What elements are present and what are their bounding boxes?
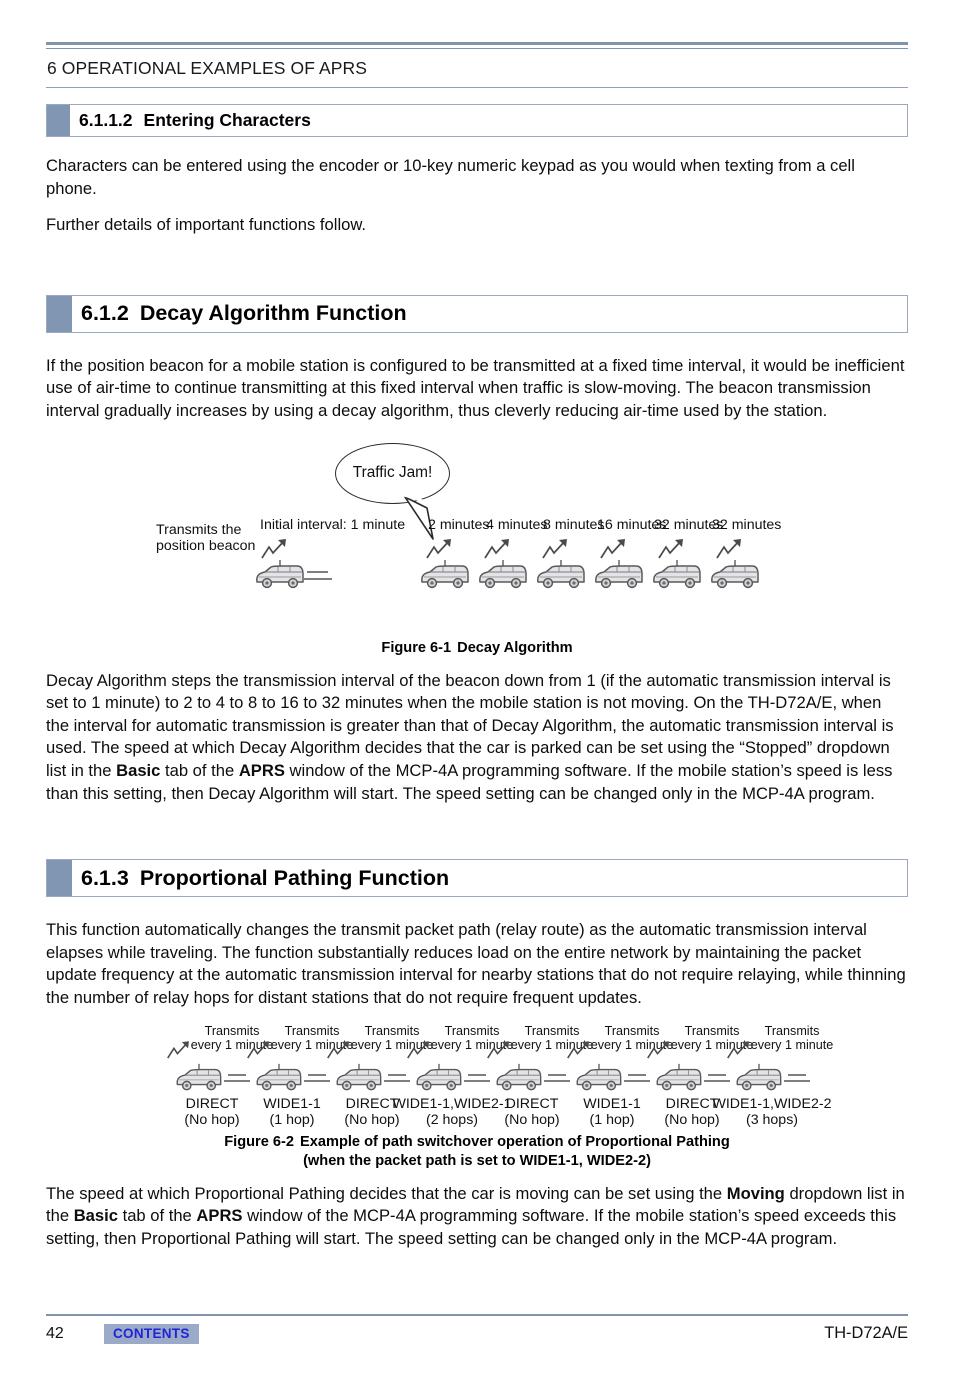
figure-2-caption: Figure 6-2 Example of path switchover ope… (46, 1133, 908, 1171)
interval-label-1: 4 minutes (486, 516, 548, 533)
contents-button[interactable]: CONTENTS (104, 1323, 199, 1344)
radio-wave-arrow-icon (167, 1040, 189, 1058)
speed-lines-icon (544, 1073, 570, 1082)
section-number: 6.1.3 (81, 865, 129, 890)
interval-label-initial: Initial interval: 1 minute (260, 516, 406, 533)
figure-proportional-pathing: Transmits every 1 minute DIRECT (No hop)… (46, 1024, 908, 1129)
pathing-text-a: The speed at which Proportional Pathing … (46, 1183, 727, 1203)
running-head: 6 OPERATIONAL EXAMPLES OF APRS (47, 58, 368, 78)
decay-text-b: tab of the (160, 760, 239, 780)
section-heading-6-1-2: 6.1.2 Decay Algorithm Function (46, 294, 908, 333)
speed-lines-icon (784, 1073, 810, 1082)
pathing-bold-basic: Basic (73, 1206, 118, 1226)
section-number: 6.1.1.2 (79, 110, 133, 130)
figure-decay-algorithm: Traffic Jam! Transmits the position beac… (46, 442, 908, 635)
paragraph-decay-detail: Decay Algorithm steps the transmission i… (46, 670, 908, 806)
figure-1-caption-text: Decay Algorithm (457, 639, 573, 656)
footer-row: 42 CONTENTS TH-D72A/E (46, 1323, 908, 1344)
figure-2-caption-row1: Figure 6-2 Example of path switchover ope… (46, 1133, 908, 1152)
page-footer: 42 CONTENTS TH-D72A/E (46, 1313, 908, 1344)
van-icon (576, 1063, 622, 1090)
radio-wave-arrow-icon (567, 1040, 589, 1058)
figure-2-caption-lead: Figure 6-2 (224, 1133, 294, 1150)
interval-label-5: 32 minutes (712, 516, 782, 533)
van-icon (537, 559, 585, 588)
pathing-bold-aprs: APRS (196, 1206, 243, 1226)
radio-wave-arrow-icon (727, 1040, 749, 1058)
speed-lines-icon (464, 1073, 490, 1082)
radio-wave-arrow-icon (407, 1040, 429, 1058)
van-icon (479, 559, 527, 588)
interval-label-0: 2 minutes (428, 516, 490, 533)
speech-bubble-text: Traffic Jam! (352, 464, 433, 482)
section-number: 6.1.2 (81, 301, 129, 326)
radio-wave-arrow-icon (247, 1040, 269, 1058)
section-title: Decay Algorithm Function (139, 301, 407, 326)
section-title: Entering Characters (143, 110, 311, 130)
paragraph-entering-characters-2: Further details of important functions f… (46, 215, 367, 235)
figure-2-caption-text-1: Example of path switchover operation of … (300, 1133, 730, 1150)
footer-rule (46, 1313, 908, 1316)
van-icon (595, 559, 643, 588)
decay-bold-basic: Basic (116, 760, 161, 780)
pathing-bold-moving: Moving (726, 1183, 785, 1203)
speed-lines-icon (384, 1073, 410, 1082)
section-heading-6-1-3: 6.1.3 Proportional Pathing Function (46, 859, 908, 898)
radio-wave-arrow-icon (647, 1040, 669, 1058)
figure-2-caption-row2: (when the packet path is set to WIDE1-1,… (303, 1152, 651, 1169)
section-accent-bar (47, 295, 72, 332)
van-icon (736, 1063, 782, 1090)
pp-path-label: WIDE1-1,WIDE2-2 (3 hops) (712, 1095, 832, 1128)
figure-1-caption: Figure 6-1 Decay Algorithm (46, 639, 908, 658)
decay-bold-aprs: APRS (238, 760, 285, 780)
figure-1-caption-lead: Figure 6-1 (381, 639, 452, 656)
van-icon (416, 1063, 462, 1090)
speed-lines-icon (304, 570, 332, 580)
van-icon (256, 559, 304, 588)
section-accent-bar (47, 105, 70, 136)
paragraph-entering-characters-1: Characters can be entered using the enco… (46, 156, 855, 198)
pathing-text-c: tab of the (117, 1206, 197, 1226)
document-page: 6 OPERATIONAL EXAMPLES OF APRS 6.1.1.2 E… (0, 42, 954, 1392)
section-heading-text: 6.1.2 Decay Algorithm Function (72, 296, 407, 332)
paragraph-decay-intro: If the position beacon for a mobile stat… (46, 355, 905, 420)
van-icon (336, 1063, 382, 1090)
radio-wave-arrow-icon (327, 1040, 349, 1058)
van-icon (421, 559, 469, 588)
van-icon (256, 1063, 302, 1090)
section-heading-6-1-1-2: 6.1.1.2 Entering Characters (46, 104, 908, 137)
section-heading-text: 6.1.1.2 Entering Characters (70, 105, 311, 136)
section-title: Proportional Pathing Function (139, 865, 450, 890)
header-top-rule (46, 42, 908, 49)
van-icon (496, 1063, 542, 1090)
van-icon (653, 559, 701, 588)
paragraph-pathing-detail: The speed at which Proportional Pathing … (46, 1183, 908, 1251)
page-number: 42 (46, 1324, 64, 1342)
section-heading-text: 6.1.3 Proportional Pathing Function (72, 860, 449, 896)
van-icon (656, 1063, 702, 1090)
speed-lines-icon (224, 1073, 250, 1082)
speed-lines-icon (304, 1073, 330, 1082)
paragraph-pathing-intro: This function automatically changes the … (46, 920, 906, 1007)
beacon-label: Transmits the position beacon (156, 521, 256, 555)
speed-lines-icon (704, 1073, 730, 1082)
section-accent-bar (47, 860, 72, 897)
pp-transmit-label: Transmits every 1 minute (750, 1023, 834, 1052)
radio-wave-arrow-icon (487, 1040, 509, 1058)
interval-label-2: 8 minutes (543, 516, 605, 533)
van-icon (176, 1063, 222, 1090)
model-name: TH-D72A/E (824, 1324, 908, 1343)
speed-lines-icon (624, 1073, 650, 1082)
van-icon (711, 559, 759, 588)
header-bottom-rule (46, 87, 908, 88)
